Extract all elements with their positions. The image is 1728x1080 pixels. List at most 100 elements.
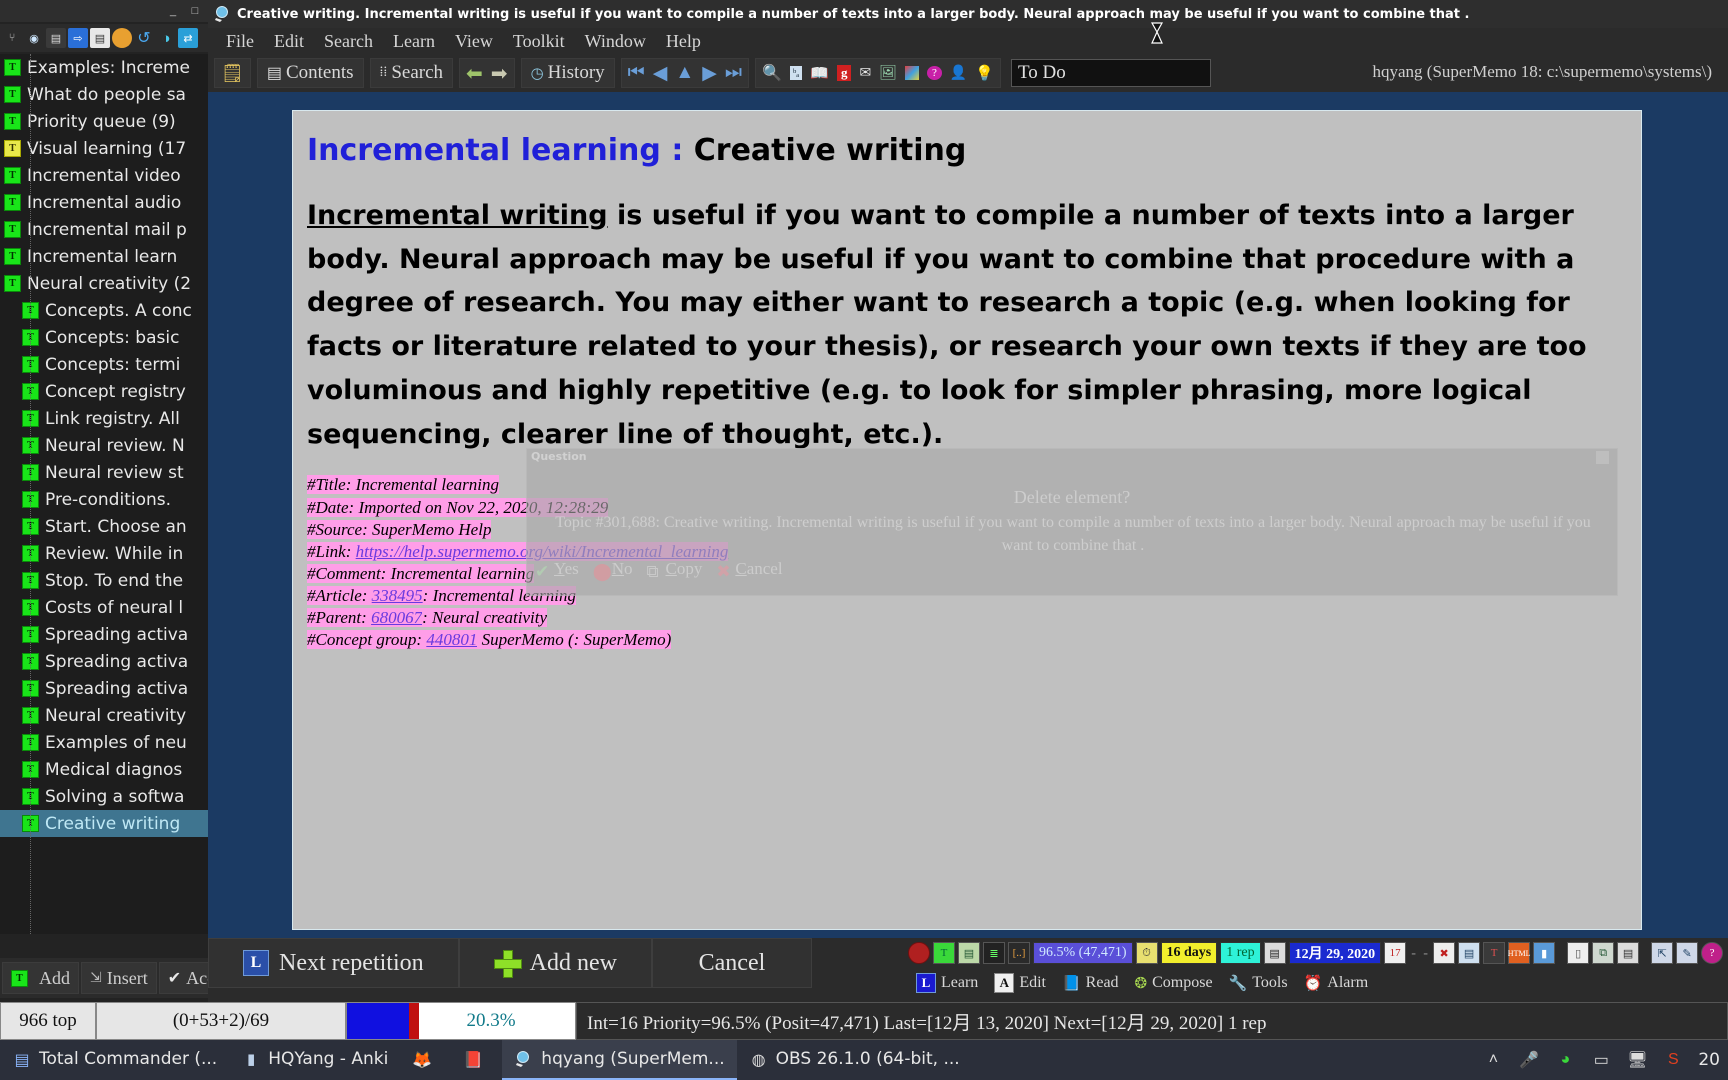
tree-item[interactable]: T Solving a softwa bbox=[0, 783, 228, 810]
eye-icon[interactable]: ◉ bbox=[24, 28, 44, 48]
interval-icon[interactable]: ⏱ bbox=[1135, 942, 1158, 964]
tree-item[interactable]: T Incremental video bbox=[0, 162, 228, 189]
idea-icon[interactable]: 💡 bbox=[971, 60, 998, 86]
todo-input[interactable]: To Do bbox=[1011, 59, 1211, 87]
menu-window[interactable]: Window bbox=[575, 29, 656, 54]
delete-icon[interactable]: ✖ bbox=[1433, 942, 1456, 964]
tree-item[interactable]: T Medical diagnos bbox=[0, 756, 228, 783]
tree-item[interactable]: T Pre-conditions. bbox=[0, 486, 228, 513]
info-icon[interactable]: ◑ bbox=[156, 28, 176, 48]
html-icon[interactable]: HTML bbox=[1508, 942, 1530, 964]
forward-arrow-icon[interactable]: ➡ bbox=[487, 60, 512, 86]
next-repetition-button[interactable]: L Next repetition bbox=[208, 938, 459, 988]
help-icon[interactable]: ? bbox=[1701, 942, 1724, 964]
taskbar-item-firefox[interactable]: 🦊 bbox=[400, 1040, 451, 1080]
metadata-link[interactable]: 440801 bbox=[426, 630, 478, 650]
delete-element-icon[interactable] bbox=[908, 942, 930, 964]
taskbar-item-total-commander[interactable]: ▤ Total Commander (... bbox=[0, 1040, 229, 1080]
paste-icon[interactable]: ▤ bbox=[1617, 942, 1640, 964]
mode-edit[interactable]: A Edit bbox=[988, 973, 1052, 993]
google-icon[interactable]: g bbox=[833, 60, 856, 86]
anki-add-button[interactable]: T Add bbox=[2, 962, 79, 994]
chevron-up-icon[interactable]: ˄ bbox=[1482, 1049, 1504, 1071]
dialog-yes-button[interactable]: ✔ Yes bbox=[535, 559, 579, 581]
tree-item[interactable]: T Concepts. A conc bbox=[0, 297, 228, 324]
export-icon[interactable]: ⇱ bbox=[1651, 942, 1674, 964]
dialog-close-icon[interactable] bbox=[1596, 451, 1609, 464]
tree-item[interactable]: T Concepts: termi bbox=[0, 351, 228, 378]
template-icon[interactable]: ▤ bbox=[1458, 942, 1481, 964]
save-icon[interactable]: ▤ bbox=[90, 28, 110, 48]
tree-item[interactable]: T Costs of neural l bbox=[0, 594, 228, 621]
tree-item[interactable]: T What do people sa bbox=[0, 81, 228, 108]
tree-item[interactable]: T Neural creativity (2 bbox=[0, 270, 228, 297]
priority-badge[interactable]: 96.5% (47,471) bbox=[1033, 942, 1133, 964]
cancel-button[interactable]: Cancel bbox=[651, 938, 812, 988]
tree-item[interactable]: T Examples of neu bbox=[0, 729, 228, 756]
stats-icon[interactable]: ⑂ bbox=[2, 28, 22, 48]
menu-learn[interactable]: Learn bbox=[383, 29, 445, 54]
first-element-icon[interactable]: ⏮ bbox=[624, 60, 649, 86]
microphone-icon[interactable]: 🎤 bbox=[1518, 1049, 1540, 1071]
font-icon[interactable]: T bbox=[1483, 942, 1506, 964]
element-type-icon[interactable]: T bbox=[933, 942, 955, 964]
mode-read[interactable]: 📘 Read bbox=[1056, 974, 1125, 993]
new-element-button[interactable]: 🗒 bbox=[217, 60, 248, 86]
tree-item[interactable]: T Neural creativity bbox=[0, 702, 228, 729]
color-icon[interactable] bbox=[901, 60, 923, 86]
anki-insert-button[interactable]: ⇲ Insert bbox=[81, 962, 157, 994]
menu-search[interactable]: Search bbox=[314, 29, 383, 54]
tree-item[interactable]: T Examples: Increme bbox=[0, 54, 228, 81]
tree-item[interactable]: T Concept registry bbox=[0, 378, 228, 405]
network-icon[interactable]: 🖥 bbox=[1626, 1049, 1648, 1071]
magnifier-icon[interactable]: 🔍 bbox=[758, 60, 786, 86]
history-button[interactable]: ◷ History bbox=[524, 60, 612, 86]
taskbar-clock[interactable]: 20 bbox=[1698, 1050, 1720, 1070]
mode-learn[interactable]: L Learn bbox=[910, 973, 984, 993]
dialog-cancel-button[interactable]: ✖ Cancel bbox=[716, 559, 782, 581]
anki-maximize-button[interactable]: □ bbox=[184, 2, 206, 20]
mode-alarm[interactable]: ⏰ Alarm bbox=[1298, 974, 1375, 993]
taskbar-item-anki[interactable]: ▮ HQYang - Anki bbox=[229, 1040, 400, 1080]
repetitions-badge[interactable]: 1 rep bbox=[1220, 942, 1261, 964]
anki-tree[interactable]: T Examples: Increme T What do people sa T Pri… bbox=[0, 54, 228, 934]
translate-icon[interactable]: ᵇₐ bbox=[786, 60, 806, 86]
card-icon[interactable]: ▤ bbox=[46, 28, 66, 48]
wechat-icon[interactable]: ◕ bbox=[1554, 1049, 1576, 1071]
person-icon[interactable]: 👤 bbox=[946, 60, 971, 86]
tree-item[interactable]: T Spreading activa bbox=[0, 675, 228, 702]
next-element-icon[interactable]: ▶ bbox=[698, 60, 721, 86]
delete-element-dialog[interactable]: Question Delete element? Topic #301,688:… bbox=[526, 448, 1618, 596]
anki-minimize-button[interactable]: _ bbox=[162, 2, 184, 20]
tree-item[interactable]: T Neural review st bbox=[0, 459, 228, 486]
mode-tools[interactable]: 🔧 Tools bbox=[1223, 974, 1294, 993]
parent-element-icon[interactable]: ▲ bbox=[671, 60, 698, 86]
tree-item[interactable]: T Incremental audio bbox=[0, 189, 228, 216]
add-new-button[interactable]: Add new bbox=[458, 938, 652, 988]
dialog-no-button[interactable]: ⬤ No bbox=[593, 559, 633, 581]
snipaste-icon[interactable]: S bbox=[1662, 1049, 1684, 1071]
tree-item[interactable]: T Spreading activa bbox=[0, 648, 228, 675]
last-element-icon[interactable]: ⏭ bbox=[721, 60, 746, 86]
menu-file[interactable]: File bbox=[216, 29, 264, 54]
mode-compose[interactable]: ❂ Compose bbox=[1129, 974, 1219, 993]
export-icon[interactable]: ⇨ bbox=[68, 28, 88, 48]
ellipsis-icon[interactable]: [..] bbox=[1008, 942, 1030, 964]
tree-item[interactable]: T Stop. To end the bbox=[0, 567, 228, 594]
tree-item[interactable]: T Review. While in bbox=[0, 540, 228, 567]
tree-item[interactable]: T Visual learning (17 bbox=[0, 135, 228, 162]
calendar-icon[interactable]: 17 bbox=[1384, 942, 1407, 964]
registry-icon[interactable]: ▮ bbox=[1533, 942, 1556, 964]
menu-toolkit[interactable]: Toolkit bbox=[503, 29, 575, 54]
next-date-badge[interactable]: 12月 29, 2020 bbox=[1288, 942, 1382, 964]
taskbar-item-supermemo[interactable]: hqyang (SuperMem... bbox=[502, 1040, 737, 1080]
menu-view[interactable]: View bbox=[445, 29, 503, 54]
contents-button[interactable]: ▤ Contents bbox=[260, 60, 361, 86]
prev-element-icon[interactable]: ◀ bbox=[649, 60, 672, 86]
interval-badge[interactable]: 16 days bbox=[1160, 942, 1218, 964]
mail-icon[interactable]: ✉ bbox=[855, 60, 875, 86]
menu-help[interactable]: Help bbox=[656, 29, 711, 54]
tree-item[interactable]: T Spreading activa bbox=[0, 621, 228, 648]
dictionary-icon[interactable]: 📖 bbox=[806, 60, 833, 86]
tree-item[interactable]: T Neural review. N bbox=[0, 432, 228, 459]
